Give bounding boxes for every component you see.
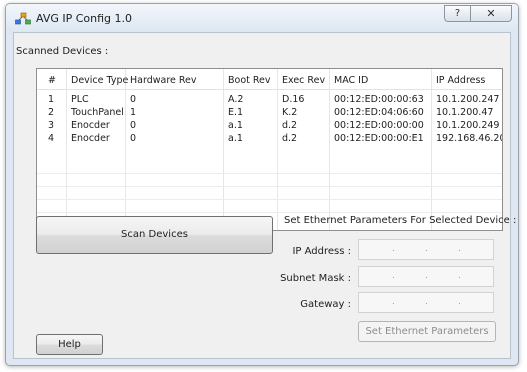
help-icon[interactable]: ? [444,5,471,22]
column-divider [329,69,330,230]
header-exec-rev[interactable]: Exec Rev [282,75,325,86]
exec-rev-cell[interactable]: d.2 [282,120,297,131]
subnet-mask-label: Subnet Mask : [280,273,351,284]
ip-address-cell[interactable]: 192.168.46.204 [436,133,502,144]
window-title: AVG IP Config 1.0 [36,12,133,25]
mac-id-cell[interactable]: 00:12:ED:00:00:00 [334,120,424,131]
table-header: # Device Type Hardware Rev Boot Rev Exec… [37,69,502,90]
scan-devices-button[interactable]: Scan Devices [36,216,273,254]
octet-separator: . [392,271,395,281]
column-divider [223,69,224,230]
app-window: AVG IP Config 1.0 ? ✕ Scanned Devices : … [5,3,519,366]
mac-id-cell[interactable]: 00:12:ED:00:00:63 [334,94,424,105]
boot-rev-cell[interactable]: a.1 [228,133,243,144]
row-number[interactable]: 2 [48,107,54,118]
ip-address-cell[interactable]: 10.1.200.249 [436,120,499,131]
octet-separator: . [425,244,428,254]
subnet-mask-field[interactable]: . . . [358,266,494,287]
header-ip-address[interactable]: IP Address [436,75,485,86]
octet-separator: . [458,271,461,281]
device-type-cell[interactable]: Enocder [71,133,110,144]
row-number[interactable]: 1 [48,94,54,105]
header-number[interactable]: # [48,75,56,86]
octet-separator: . [458,244,461,254]
device-type-cell[interactable]: Enocder [71,120,110,131]
scanned-devices-label: Scanned Devices : [16,46,109,57]
help-button[interactable]: Help [36,334,103,355]
gateway-label: Gateway : [300,299,351,310]
ip-address-label: IP Address : [292,246,351,257]
row-divider [37,199,502,200]
ip-address-cell[interactable]: 10.1.200.47 [436,107,493,118]
exec-rev-cell[interactable]: d.2 [282,133,297,144]
exec-rev-cell[interactable]: K.2 [282,107,297,118]
gateway-field[interactable]: . . . [358,292,494,313]
boot-rev-cell[interactable]: A.2 [228,94,243,105]
device-type-cell[interactable]: TouchPanel [71,107,124,118]
network-nodes-icon [15,12,31,25]
row-divider [37,186,502,187]
ip-address-field[interactable]: . . . [358,239,494,260]
exec-rev-cell[interactable]: D.16 [282,94,304,105]
ethernet-params-title: Set Ethernet Parameters For Selected Dev… [284,215,517,226]
title-bar[interactable]: AVG IP Config 1.0 ? ✕ [6,4,518,32]
header-hardware-rev[interactable]: Hardware Rev [130,75,197,86]
hardware-rev-cell[interactable]: 0 [130,133,136,144]
close-icon[interactable]: ✕ [470,5,512,22]
boot-rev-cell[interactable]: a.1 [228,120,243,131]
row-divider [37,212,502,213]
octet-separator: . [458,297,461,307]
octet-separator: . [425,271,428,281]
hardware-rev-cell[interactable]: 0 [130,94,136,105]
octet-separator: . [425,297,428,307]
column-divider [277,69,278,230]
hardware-rev-cell[interactable]: 0 [130,120,136,131]
set-ethernet-parameters-button[interactable]: Set Ethernet Parameters [358,321,496,342]
header-device-type[interactable]: Device Type [71,75,128,86]
column-divider [431,69,432,230]
row-divider [37,173,502,174]
row-number[interactable]: 3 [48,120,54,131]
mac-id-cell[interactable]: 00:12:ED:00:00:E1 [334,133,424,144]
header-boot-rev[interactable]: Boot Rev [228,75,271,86]
mac-id-cell[interactable]: 00:12:ED:04:06:60 [334,107,424,118]
device-type-cell[interactable]: PLC [71,94,89,105]
column-divider [125,69,126,230]
hardware-rev-cell[interactable]: 1 [130,107,136,118]
octet-separator: . [392,244,395,254]
device-list[interactable]: # Device Type Hardware Rev Boot Rev Exec… [36,68,503,231]
octet-separator: . [392,297,395,307]
header-mac-id[interactable]: MAC ID [334,75,368,86]
boot-rev-cell[interactable]: E.1 [228,107,243,118]
row-number[interactable]: 4 [48,133,54,144]
ip-address-cell[interactable]: 10.1.200.247 [436,94,499,105]
column-divider [66,69,67,230]
client-area: Scanned Devices : # Device Type Hardware… [13,32,516,359]
